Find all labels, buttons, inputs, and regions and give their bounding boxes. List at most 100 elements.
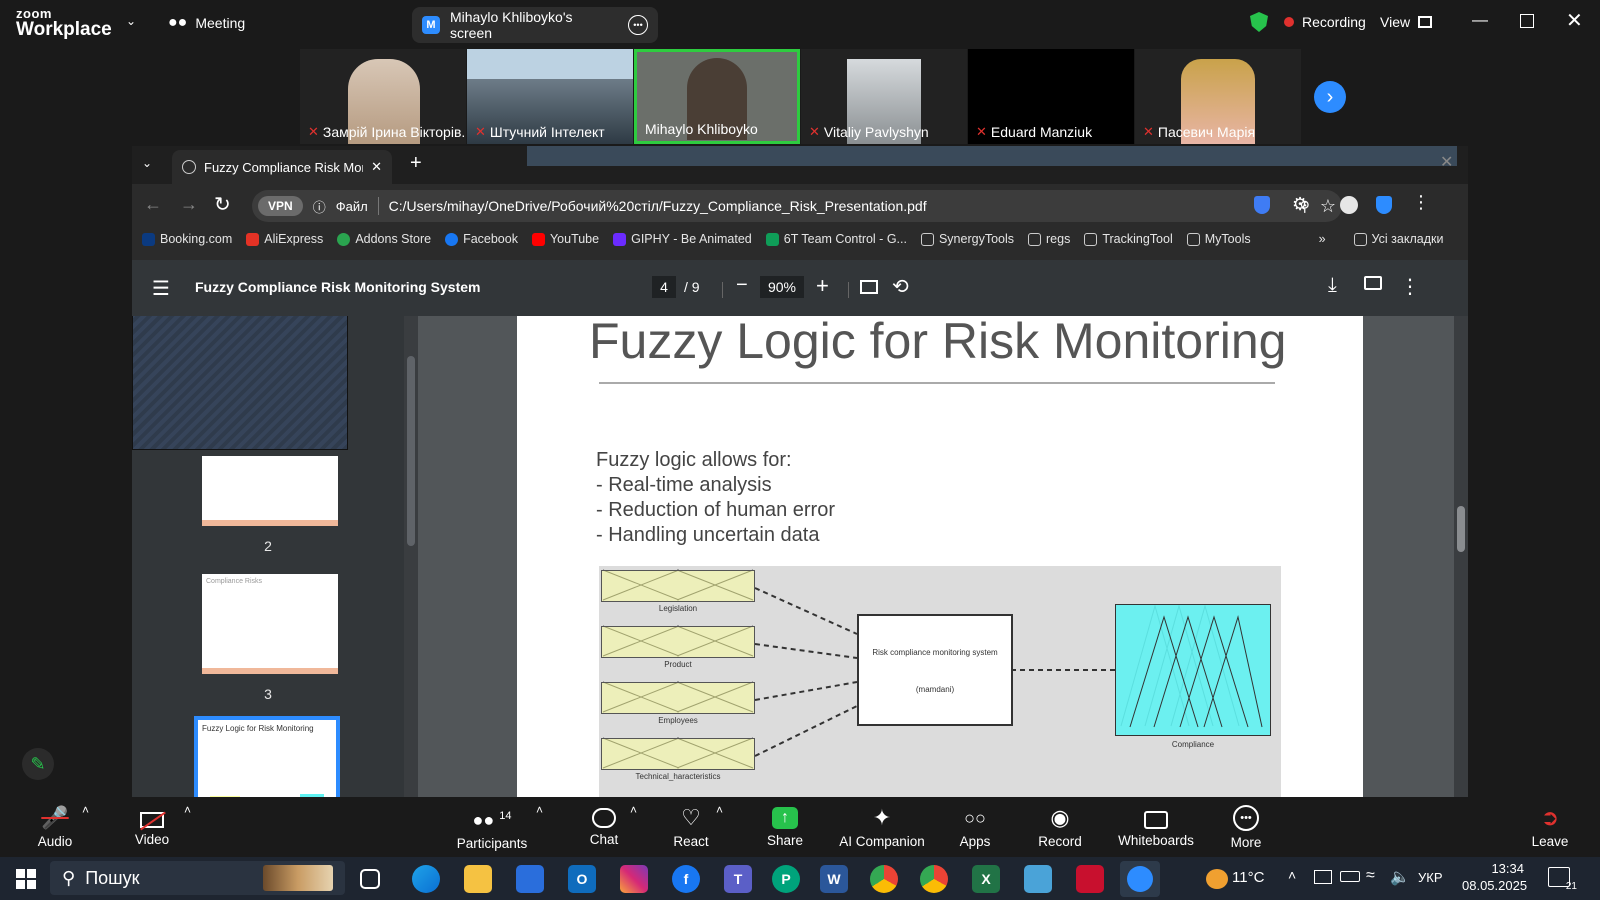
fit-page-icon[interactable] — [860, 280, 878, 294]
tab-close-icon[interactable]: ✕ — [371, 159, 382, 175]
zoom-out-icon[interactable]: − — [736, 274, 748, 297]
store-icon[interactable] — [516, 865, 544, 893]
word-icon[interactable]: W — [820, 865, 848, 893]
tab-active[interactable]: Fuzzy Compliance Risk Monitor ✕ — [172, 150, 392, 184]
video-button[interactable]: Video — [125, 797, 179, 857]
reload-icon[interactable]: ↻ — [214, 192, 231, 217]
zoom-taskbar-icon-active[interactable] — [1120, 861, 1160, 897]
bookmark-item[interactable]: YouTube — [531, 232, 599, 246]
chrome-profile-icon[interactable] — [920, 865, 948, 893]
chrome-icon[interactable] — [870, 865, 898, 893]
page-scrollbar[interactable] — [1454, 316, 1468, 797]
bookmarks-overflow-icon[interactable]: » — [1319, 232, 1326, 246]
weather-text[interactable]: 11°C — [1232, 869, 1264, 886]
pdf-app-icon[interactable] — [1076, 865, 1104, 893]
language-indicator[interactable]: УКР — [1418, 870, 1443, 885]
battery-icon[interactable] — [1340, 871, 1360, 882]
zoom-in-icon[interactable]: + — [816, 273, 829, 299]
bookmark-folder[interactable]: SynergyTools — [920, 232, 1014, 246]
notifications-icon[interactable]: 21 — [1548, 867, 1577, 892]
more-options-icon[interactable]: ••• — [628, 15, 648, 35]
share-button[interactable]: ↑ Share — [760, 797, 810, 857]
speaker-icon[interactable]: 🔈 — [1390, 867, 1410, 887]
back-arrow-icon[interactable]: ← — [144, 194, 162, 215]
bookmark-item[interactable]: Addons Store — [337, 232, 431, 246]
outlook-icon[interactable]: O — [568, 865, 596, 893]
view-button[interactable]: View — [1380, 14, 1433, 30]
whiteboards-button[interactable]: Whiteboards — [1114, 797, 1198, 857]
participant-tile[interactable]: ✕ Замрій Ірина Вікторів... — [300, 49, 466, 144]
extension-shield-icon[interactable] — [1254, 196, 1270, 214]
pdf-more-icon[interactable]: ⋮ — [1400, 274, 1420, 299]
tray-app-icon[interactable] — [1314, 870, 1332, 884]
screen-share-pill[interactable]: M Mihaylo Khliboyko's screen ••• — [412, 7, 658, 43]
audio-options-chevron-icon[interactable]: ˄ — [82, 803, 89, 817]
audio-button[interactable]: 🎤 Audio — [30, 797, 80, 857]
participant-tile[interactable]: ✕ Vitaliy Pavlyshyn — [801, 49, 967, 144]
encryption-shield-icon[interactable] — [1250, 12, 1268, 32]
thumbnail-page-3[interactable]: Compliance Risks — [202, 574, 338, 674]
new-tab-plus-icon[interactable]: + — [410, 152, 422, 175]
bookmark-item[interactable]: Facebook — [445, 232, 518, 246]
task-view-icon[interactable] — [360, 869, 380, 889]
page-scroll-thumb[interactable] — [1457, 506, 1465, 552]
participants-button[interactable]: ●● 14 Participants — [452, 797, 532, 857]
thumbnail-page-4-selected[interactable]: Fuzzy Logic for Risk Monitoring — [194, 716, 340, 797]
chat-options-chevron-icon[interactable]: ˄ — [630, 803, 637, 817]
bookmark-star-icon[interactable]: ☆ — [1320, 196, 1336, 217]
react-button[interactable]: ♡ React — [668, 797, 714, 857]
close-icon[interactable]: ✕ — [1566, 8, 1583, 33]
facebook-taskbar-icon[interactable]: f — [672, 865, 700, 893]
menu-hamburger-icon[interactable]: ☰ — [152, 276, 170, 301]
react-options-chevron-icon[interactable]: ˄ — [716, 803, 723, 817]
participant-tile[interactable]: ✕ Штучний Інтелект — [467, 49, 633, 144]
instagram-icon[interactable] — [620, 865, 648, 893]
bookmark-item[interactable]: AliExpress — [246, 232, 323, 246]
rotate-icon[interactable]: ⟲ — [892, 274, 909, 299]
chat-button[interactable]: Chat — [582, 797, 626, 857]
security-extension-icon[interactable] — [1376, 196, 1392, 214]
recording-indicator[interactable]: Recording — [1284, 14, 1366, 30]
leave-button[interactable]: ➲ Leave — [1528, 797, 1572, 857]
download-icon[interactable]: ⤓ — [1328, 274, 1337, 297]
address-bar[interactable]: VPN ⓘ Файл C:/Users/mihay/OneDrive/Робоч… — [252, 190, 1342, 222]
next-participants-arrow-icon[interactable]: › — [1314, 81, 1346, 113]
window-close-icon[interactable]: ✕ — [1440, 152, 1453, 172]
minimize-icon[interactable]: — — [1472, 12, 1488, 30]
video-options-chevron-icon[interactable]: ˄ — [184, 803, 191, 817]
meeting-button[interactable]: ●● Meeting — [168, 14, 245, 32]
print-icon[interactable] — [1364, 276, 1382, 290]
url-text[interactable]: C:/Users/mihay/OneDrive/Робочий%20стіл/F… — [389, 198, 1290, 214]
p-app-icon[interactable]: P — [772, 865, 800, 893]
file-explorer-icon[interactable] — [464, 865, 492, 893]
page-number-input[interactable]: 4 — [652, 276, 676, 298]
network-icon[interactable]: ≈ — [1366, 867, 1375, 885]
participant-tile-active-speaker[interactable]: Mihaylo Khliboyko — [634, 49, 800, 144]
thumbnail-scrollbar[interactable] — [404, 316, 418, 797]
participants-options-chevron-icon[interactable]: ˄ — [536, 803, 543, 817]
notes-app-icon[interactable] — [1024, 865, 1052, 893]
teams-icon[interactable]: T — [724, 865, 752, 893]
bookmark-folder[interactable]: MyTools — [1186, 232, 1251, 246]
forward-arrow-icon[interactable]: → — [180, 194, 198, 215]
participant-tile[interactable]: ✕ Пасевич Марія — [1135, 49, 1301, 144]
zoom-level-input[interactable]: 90% — [760, 276, 804, 298]
edge-icon[interactable] — [412, 865, 440, 893]
vpn-badge[interactable]: VPN — [258, 196, 303, 216]
excel-icon[interactable]: X — [972, 865, 1000, 893]
thumbnail-page-2[interactable] — [202, 456, 338, 526]
bookmark-folder[interactable]: regs — [1028, 232, 1070, 246]
record-button[interactable]: ◉ Record — [1036, 797, 1084, 857]
pdf-content-area[interactable]: 2 Compliance Risks 3 Fuzzy Logic for Ris… — [132, 316, 1468, 797]
more-button[interactable]: ••• More — [1226, 797, 1266, 857]
tab-list-chevron-icon[interactable]: ⌄ — [142, 156, 152, 170]
bookmark-folder[interactable]: TrackingTool — [1084, 232, 1173, 246]
extensions-puzzle-icon[interactable]: ⚙ — [1292, 194, 1308, 215]
tray-chevron-icon[interactable]: ˄ — [1288, 867, 1296, 883]
thumbnail-sidebar[interactable]: 2 Compliance Risks 3 Fuzzy Logic for Ris… — [132, 316, 404, 797]
bookmark-item[interactable]: 6T Team Control - G... — [765, 232, 907, 246]
chevron-down-icon[interactable]: ⌄ — [126, 14, 136, 28]
annotate-pen-icon[interactable]: ✎ — [22, 748, 54, 780]
bookmark-item[interactable]: Booking.com — [142, 232, 232, 246]
apps-button[interactable]: ○○ Apps — [954, 797, 996, 857]
